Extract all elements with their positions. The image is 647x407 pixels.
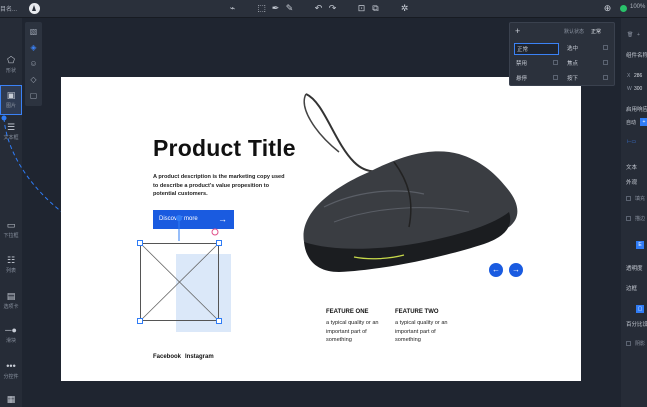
x-input[interactable]: 286: [634, 73, 642, 79]
sneaker-image[interactable]: [294, 92, 526, 277]
border-label: 边框: [626, 286, 638, 292]
library-item-more[interactable]: ••• 分控件: [0, 361, 22, 380]
state-pressed[interactable]: 按下: [567, 74, 578, 82]
fill-checkbox[interactable]: [626, 196, 631, 201]
state-hover-checkbox[interactable]: [553, 75, 558, 80]
image-icon: ▣: [6, 90, 16, 100]
trash-icon[interactable]: 🗑: [627, 32, 633, 38]
library-item-label: 选项卡: [3, 304, 19, 310]
carousel-prev-button[interactable]: ←: [489, 263, 503, 277]
undo-icon[interactable]: ↶: [313, 3, 324, 14]
feature-one-title[interactable]: FEATURE ONE: [326, 309, 369, 315]
redo-icon[interactable]: ↷: [327, 3, 338, 14]
w-label: W: [627, 86, 632, 92]
feature-two-desc[interactable]: a typical quality or an important part o…: [395, 319, 455, 345]
carousel-next-button[interactable]: →: [509, 263, 523, 277]
layers-icon[interactable]: ◇: [28, 74, 39, 85]
shadow-checkbox[interactable]: [626, 341, 631, 346]
group-tool-icon[interactable]: ⧉: [370, 3, 381, 14]
widget-icon: ▦: [6, 394, 16, 404]
resize-handle-nw[interactable]: [137, 240, 143, 246]
project-name[interactable]: 目名...: [0, 4, 17, 13]
library-item-label: 图片: [5, 103, 16, 109]
state-hover[interactable]: 悬停: [516, 74, 527, 82]
image-placeholder[interactable]: [140, 243, 219, 321]
zoom-level[interactable]: 100%: [630, 4, 645, 10]
instagram-link[interactable]: Instagram: [185, 354, 214, 360]
state-popup: + 默认状态 正常 正常 选中 禁用 焦点 悬停 按下: [509, 22, 615, 86]
slider-icon: ─●: [5, 325, 17, 335]
auto-toggle[interactable]: +: [640, 118, 647, 126]
anchor-icon[interactable]: ⊢▭: [627, 139, 636, 145]
library-item-tabs[interactable]: ▤ 选项卡: [0, 291, 22, 310]
state-selected-checkbox[interactable]: [603, 45, 608, 50]
assets-icon[interactable]: ▢: [28, 90, 39, 101]
component-name-label: 组件名称: [626, 53, 647, 59]
appearance-section-label: 外观: [626, 180, 638, 186]
shadow-label: 阴影: [635, 341, 646, 347]
library-item-bottom[interactable]: ▦: [0, 394, 22, 404]
resize-handle-se[interactable]: [216, 318, 222, 324]
connector-tool-icon[interactable]: ⌁: [227, 3, 238, 14]
state-disabled-checkbox[interactable]: [553, 60, 558, 65]
target-icon[interactable]: ⊕: [602, 3, 613, 14]
settings-gear-icon[interactable]: ✲: [399, 3, 410, 14]
state-focus[interactable]: 焦点: [567, 59, 578, 67]
text-section-label: 文本: [626, 165, 638, 171]
stroke-checkbox[interactable]: [626, 216, 631, 221]
properties-panel: 🗑 + 组件名称 X 286 W 300 启用响应 自动 + ⊢▭ 文本 外观 …: [621, 18, 647, 407]
state-selected[interactable]: 选中: [567, 44, 578, 52]
color-swatch[interactable]: E: [636, 241, 644, 249]
status-ok-icon: [620, 5, 627, 12]
pen-tool-icon[interactable]: ✒: [270, 3, 281, 14]
feature-two-title[interactable]: FEATURE TWO: [395, 309, 439, 315]
connector-line: [176, 215, 219, 241]
placeholder-cross-icon: [141, 244, 218, 320]
enable-response-label: 启用响应: [626, 107, 647, 113]
w-input[interactable]: 300: [634, 86, 642, 92]
library-item-slider[interactable]: ─● 滑块: [0, 325, 22, 344]
resize-handle-sw[interactable]: [137, 318, 143, 324]
fill-label: 填充: [635, 196, 646, 202]
auto-label: 自动: [626, 120, 637, 126]
state-focus-checkbox[interactable]: [603, 60, 608, 65]
state-pressed-checkbox[interactable]: [603, 75, 608, 80]
default-state-label: 默认状态: [564, 29, 585, 35]
border-toggle[interactable]: ▢: [636, 305, 644, 313]
add-state-icon[interactable]: +: [515, 26, 520, 36]
design-canvas[interactable]: Product Title A product description is t…: [61, 77, 581, 381]
feature-one-desc[interactable]: a typical quality or an important part o…: [326, 319, 386, 345]
tabs-icon: ▤: [6, 291, 16, 301]
pages-icon[interactable]: ▧: [28, 26, 39, 37]
library-item-label: 形状: [5, 68, 16, 74]
components-icon[interactable]: ◈: [28, 42, 39, 53]
state-normal[interactable]: 正常: [514, 43, 559, 55]
product-title[interactable]: Product Title: [153, 135, 296, 162]
emoji-icon[interactable]: ☺: [28, 58, 39, 69]
x-label: X: [627, 73, 631, 79]
library-item-label: 列表: [5, 268, 16, 274]
library-item-shape[interactable]: ⬠ 形状: [0, 55, 22, 74]
pencil-tool-icon[interactable]: ✎: [284, 3, 295, 14]
pentagon-icon: ⬠: [7, 55, 15, 65]
more-icon: •••: [6, 361, 16, 371]
app-logo-icon[interactable]: [29, 3, 40, 14]
percent-label: 百分比设置: [626, 322, 647, 328]
default-state-select[interactable]: 正常: [591, 28, 601, 35]
opacity-label: 透明度: [626, 266, 643, 272]
frame-tool-icon[interactable]: ⊡: [356, 3, 367, 14]
crop-tool-icon[interactable]: ⬚: [256, 3, 267, 14]
stroke-label: 描边: [635, 216, 646, 222]
top-toolbar: 目名... ⌁ ⬚ ✒ ✎ ↶ ↷ ⊡ ⧉ ✲ ⊕ 100%: [0, 0, 647, 18]
library-item-label: 滑块: [5, 338, 16, 344]
state-disabled[interactable]: 禁用: [516, 59, 527, 67]
product-description[interactable]: A product description is the marketing c…: [153, 173, 285, 199]
tool-strip: ▧ ◈ ☺ ◇ ▢: [25, 22, 42, 106]
library-item-label: 分控件: [3, 374, 19, 380]
facebook-link[interactable]: Facebook: [153, 354, 181, 360]
add-icon[interactable]: +: [637, 32, 640, 38]
